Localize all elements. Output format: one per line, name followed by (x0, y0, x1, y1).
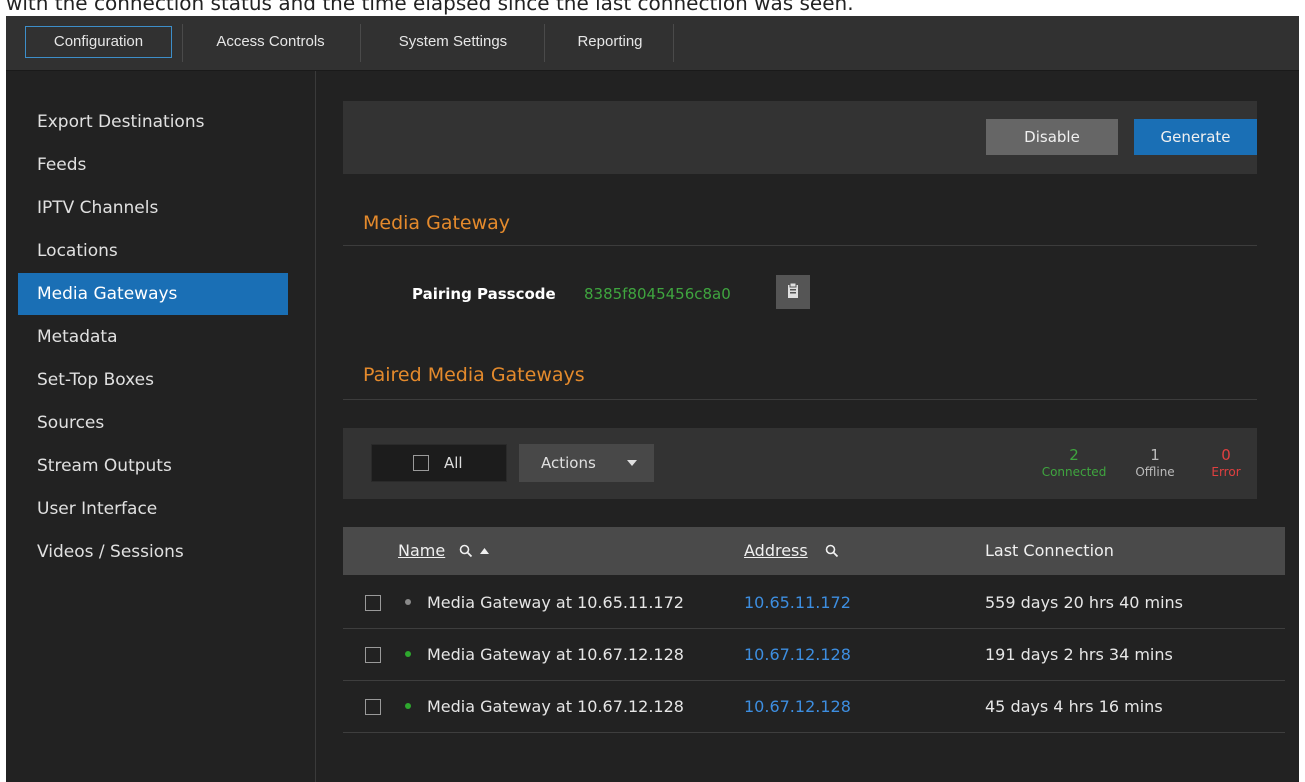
gateway-name: Media Gateway at 10.67.12.128 (427, 697, 684, 716)
copy-passcode-button[interactable] (776, 275, 810, 309)
last-connection-value: 45 days 4 hrs 16 mins (985, 697, 1163, 716)
generate-button[interactable]: Generate (1134, 119, 1257, 155)
table-header: Name Address Last Connection (343, 527, 1285, 575)
actions-dropdown[interactable]: Actions (519, 444, 654, 482)
tab-access-controls[interactable]: Access Controls (189, 26, 352, 58)
caret-down-icon (627, 460, 637, 466)
paired-gateways-section-title: Paired Media Gateways (363, 364, 585, 386)
section-divider (343, 245, 1257, 246)
sidebar-item-feeds[interactable]: Feeds (18, 144, 288, 186)
tab-separator (182, 24, 183, 62)
pairing-passcode-label: Pairing Passcode (412, 285, 556, 303)
status-connected-icon (405, 651, 411, 657)
clipboard-icon (788, 282, 798, 298)
sidebar-item-set-top-boxes[interactable]: Set-Top Boxes (18, 359, 288, 401)
tab-separator (544, 24, 545, 62)
disable-button[interactable]: Disable (986, 119, 1118, 155)
last-connection-value: 191 days 2 hrs 34 mins (985, 645, 1173, 664)
sidebar-item-locations[interactable]: Locations (18, 230, 288, 272)
select-all-checkbox[interactable] (413, 455, 429, 471)
row-checkbox[interactable] (365, 647, 381, 663)
gateway-address-link[interactable]: 10.67.12.128 (744, 645, 851, 664)
address-column-header[interactable]: Address (744, 541, 808, 560)
sidebar-item-stream-outputs[interactable]: Stream Outputs (18, 445, 288, 487)
section-divider (343, 399, 1257, 400)
connected-stat: 2 Connected (1034, 446, 1114, 480)
row-checkbox[interactable] (365, 595, 381, 611)
offline-stat: 1 Offline (1125, 446, 1185, 480)
sidebar-item-media-gateways[interactable]: Media Gateways (18, 273, 288, 315)
action-toolbar: Disable Generate (343, 101, 1257, 174)
error-stat: 0 Error (1201, 446, 1251, 480)
sidebar: Export Destinations Feeds IPTV Channels … (6, 71, 316, 782)
list-toolbar: All Actions 2 Connected 1 Offline 0 Erro… (343, 428, 1257, 499)
gateway-address-link[interactable]: 10.67.12.128 (744, 697, 851, 716)
table-row[interactable]: Media Gateway at 10.65.11.172 10.65.11.1… (343, 577, 1285, 629)
last-connection-value: 559 days 20 hrs 40 mins (985, 593, 1184, 612)
offline-count: 1 (1150, 446, 1160, 464)
media-gateway-section-title: Media Gateway (363, 212, 511, 234)
gateway-name: Media Gateway at 10.65.11.172 (427, 593, 684, 612)
row-checkbox[interactable] (365, 699, 381, 715)
pairing-passcode-value: 8385f8045456c8a0 (584, 285, 731, 303)
sidebar-item-export-destinations[interactable]: Export Destinations (18, 101, 288, 143)
tab-system-settings[interactable]: System Settings (363, 26, 543, 58)
error-label: Error (1211, 465, 1241, 479)
search-icon[interactable] (825, 544, 839, 558)
tab-separator (360, 24, 361, 62)
sidebar-item-iptv-channels[interactable]: IPTV Channels (18, 187, 288, 229)
search-icon[interactable] (459, 544, 473, 558)
status-offline-icon (405, 599, 411, 605)
tab-reporting[interactable]: Reporting (548, 26, 672, 58)
gateway-address-link[interactable]: 10.65.11.172 (744, 593, 851, 612)
tab-separator (673, 24, 674, 62)
connected-count: 2 (1069, 446, 1079, 464)
last-connection-column-header: Last Connection (985, 541, 1114, 560)
select-all-label: All (444, 454, 463, 472)
caption-text: with the connection status and the time … (6, 0, 854, 15)
sidebar-item-metadata[interactable]: Metadata (18, 316, 288, 358)
table-row[interactable]: Media Gateway at 10.67.12.128 10.67.12.1… (343, 629, 1285, 681)
status-connected-icon (405, 703, 411, 709)
select-all-control[interactable]: All (371, 444, 507, 482)
table-row[interactable]: Media Gateway at 10.67.12.128 10.67.12.1… (343, 681, 1285, 733)
connected-label: Connected (1041, 465, 1107, 479)
name-column-header[interactable]: Name (398, 541, 445, 560)
actions-label: Actions (541, 454, 596, 472)
sort-ascending-icon[interactable] (480, 548, 489, 554)
gateway-name: Media Gateway at 10.67.12.128 (427, 645, 684, 664)
top-navigation: Configuration Access Controls System Set… (6, 16, 1299, 71)
sidebar-item-videos-sessions[interactable]: Videos / Sessions (18, 531, 288, 573)
error-count: 0 (1221, 446, 1231, 464)
tab-configuration[interactable]: Configuration (25, 26, 172, 58)
app-window: Configuration Access Controls System Set… (6, 16, 1299, 782)
sidebar-item-sources[interactable]: Sources (18, 402, 288, 444)
sidebar-item-user-interface[interactable]: User Interface (18, 488, 288, 530)
offline-label: Offline (1135, 465, 1175, 479)
